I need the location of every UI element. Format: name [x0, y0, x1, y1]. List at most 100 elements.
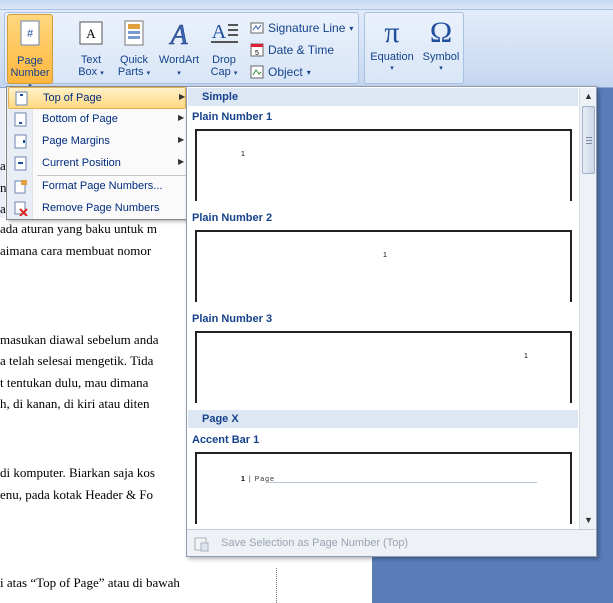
calendar-icon: 5	[250, 43, 264, 57]
ribbon: # Page Number ▾ A Text Box ▾ Quick Parts…	[0, 0, 613, 90]
omega-icon: Ω	[429, 16, 453, 49]
gallery-footer: Save Selection as Page Number (Top)	[187, 529, 596, 556]
gallery-item-plain-number-1[interactable]: 1	[195, 129, 572, 201]
menu-item-label: Format Page Numbers...	[42, 180, 163, 192]
gallery-item-accent-bar-1[interactable]: 1 | Page	[195, 452, 572, 524]
equation-label: Equation	[370, 51, 414, 63]
object-button[interactable]: Object ▾	[250, 62, 311, 82]
format-page-numbers-icon	[14, 180, 27, 194]
wordart-label-2: ▾	[177, 70, 181, 77]
remove-page-numbers-icon	[14, 201, 28, 216]
page-number-preview: 1	[241, 151, 245, 158]
object-icon	[250, 65, 264, 79]
menu-item-label: Current Position	[42, 157, 121, 169]
menu-item-label: Page Margins	[42, 135, 110, 147]
symbol-label: Symbol	[422, 51, 460, 63]
scroll-up-arrow-icon[interactable]: ▲	[582, 90, 595, 103]
save-selection-icon	[194, 537, 209, 552]
wordart-button[interactable]: A WordArt ▾	[156, 14, 202, 84]
menu-item-page-margins[interactable]: Page Margins ▶	[8, 131, 186, 153]
document-left-margin	[0, 88, 5, 218]
category-header-page-x: Page X	[188, 410, 578, 428]
svg-text:A: A	[86, 26, 96, 41]
page-bottom-icon	[14, 112, 27, 127]
doc-line: t tentukan dulu, mau dimana	[0, 375, 149, 390]
menu-item-current-position[interactable]: Current Position ▶	[8, 153, 186, 175]
svg-text:5: 5	[255, 50, 259, 57]
quick-parts-icon	[124, 20, 144, 46]
date-time-button[interactable]: 5 Date & Time	[250, 40, 334, 60]
page-number-menu: Top of Page ▶ Bottom of Page ▶ Page Marg…	[6, 86, 188, 220]
page-number-button[interactable]: # Page Number ▾	[7, 14, 53, 90]
gallery-item-plain-number-2[interactable]: 1	[195, 230, 572, 302]
object-label: Object	[268, 65, 303, 79]
pi-icon: π	[384, 16, 400, 49]
gallery-item-title: Plain Number 2	[192, 212, 273, 224]
svg-text:A: A	[168, 20, 188, 48]
scroll-grip	[586, 143, 592, 144]
menu-item-remove-page-numbers[interactable]: Remove Page Numbers	[8, 198, 186, 220]
menu-item-label: Top of Page	[43, 92, 102, 104]
text-box-label-2: Box ▾	[78, 66, 104, 78]
menu-item-bottom-of-page[interactable]: Bottom of Page ▶	[8, 109, 186, 131]
drop-cap-icon: A	[211, 21, 238, 43]
symbol-button[interactable]: Ω Symbol ▾	[418, 14, 464, 84]
scroll-grip	[586, 137, 592, 138]
scroll-grip	[586, 140, 592, 141]
accent-bar-rule	[267, 482, 537, 483]
svg-text:#: #	[27, 28, 34, 40]
submenu-arrow-icon: ▶	[178, 135, 185, 144]
submenu-arrow-icon: ▶	[178, 157, 185, 166]
category-header-simple: Simple	[188, 88, 578, 106]
page-number-preview: 1	[524, 353, 528, 360]
page-margins-icon	[14, 134, 27, 149]
menu-item-format-page-numbers[interactable]: Format Page Numbers...	[8, 176, 186, 198]
page-top-icon	[15, 91, 28, 106]
date-time-label: Date & Time	[268, 43, 335, 57]
doc-line: ada aturan yang baku untuk m	[0, 221, 158, 236]
ribbon-tab-strip	[0, 0, 613, 10]
scroll-down-arrow-icon[interactable]: ▼	[582, 514, 595, 527]
drop-cap-button[interactable]: A Drop Cap ▾	[201, 14, 247, 84]
text-box-label-1: Text	[80, 54, 102, 66]
gallery-scrollbar[interactable]: ▲ ▼	[579, 88, 596, 529]
svg-text:A: A	[212, 21, 227, 43]
scroll-thumb[interactable]	[582, 106, 595, 174]
doc-line: di komputer. Biarkan saja kos	[0, 465, 155, 480]
signature-line-button[interactable]: Signature Line ▾	[250, 18, 353, 38]
doc-line: a	[0, 201, 6, 216]
quick-parts-label-1: Quick	[119, 54, 149, 66]
doc-line: i atas “Top of Page” atau di bawah	[0, 575, 180, 590]
symbol-arrow: ▾	[439, 65, 443, 72]
doc-line: h, di kanan, di kiri atau diten	[0, 396, 150, 411]
doc-line: aimana cara membuat nomor	[0, 243, 152, 258]
signature-line-icon	[250, 22, 264, 34]
menu-item-label: Bottom of Page	[42, 113, 118, 125]
gallery-item-title: Plain Number 1	[192, 111, 273, 123]
signature-line-label: Signature Line	[268, 21, 346, 35]
page-number-icon: #	[20, 20, 40, 46]
page-number-label-1: Page	[17, 55, 43, 67]
equation-button[interactable]: π Equation ▾	[366, 14, 418, 84]
text-boundary	[276, 568, 277, 603]
page-number-preview: 1	[383, 252, 387, 259]
save-selection-button[interactable]: Save Selection as Page Number (Top)	[221, 537, 408, 549]
signature-line-arrow: ▾	[349, 23, 354, 33]
wordart-label-1: WordArt	[158, 54, 200, 66]
quick-parts-button[interactable]: Quick Parts ▾	[111, 14, 157, 84]
gallery-item-plain-number-3[interactable]: 1	[195, 331, 572, 403]
text-box-button[interactable]: A Text Box ▾	[68, 14, 114, 84]
gallery-item-title: Accent Bar 1	[192, 434, 260, 446]
menu-item-label: Remove Page Numbers	[42, 202, 160, 214]
doc-line: enu, pada kotak Header & Fo	[0, 487, 154, 502]
quick-parts-label-2: Parts ▾	[117, 66, 151, 78]
doc-line: a	[0, 158, 6, 173]
submenu-arrow-icon: ▶	[179, 92, 186, 101]
drop-cap-label-2: Cap ▾	[210, 66, 238, 78]
top-of-page-gallery: Simple Plain Number 1 1 Plain Number 2 1…	[186, 86, 597, 557]
doc-line: masukan diawal sebelum anda	[0, 332, 159, 347]
menu-item-top-of-page[interactable]: Top of Page ▶	[8, 87, 186, 109]
object-arrow: ▾	[306, 67, 311, 77]
drop-cap-label-1: Drop	[212, 54, 236, 66]
submenu-arrow-icon: ▶	[178, 113, 185, 122]
